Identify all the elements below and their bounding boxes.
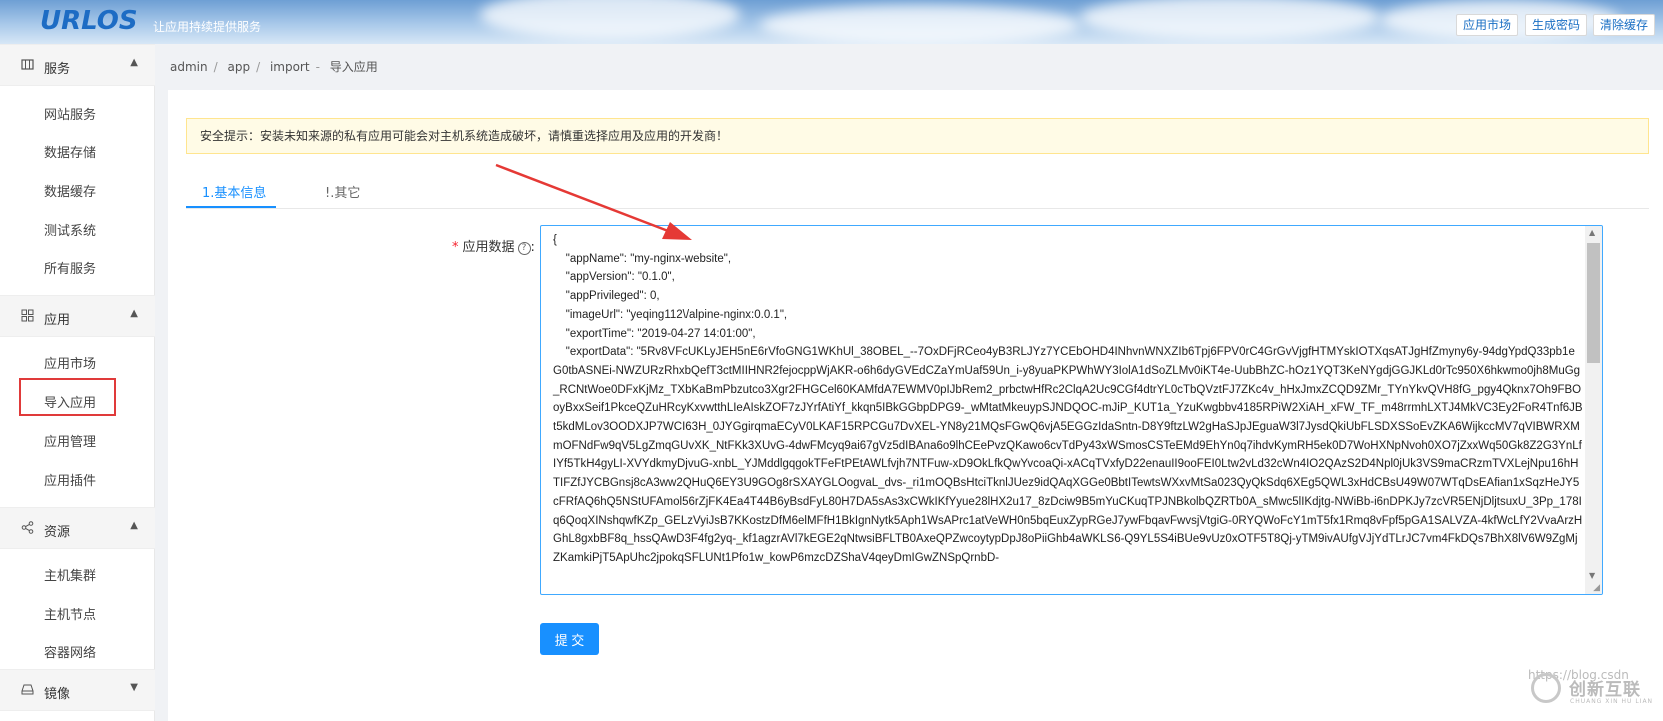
sidebar-group-label: 应用 xyxy=(44,313,71,328)
tab-basic-info[interactable]: 1.基本信息 xyxy=(202,182,266,201)
tab-other[interactable]: !.其它 xyxy=(325,182,360,201)
tab-divider xyxy=(186,208,1649,209)
brand-subtitle: CHUANG XIN HU LIAN xyxy=(1570,698,1654,705)
app-market-button[interactable]: 应用市场 xyxy=(1456,14,1519,36)
sidebar-group-apps[interactable]: 应用 ▲ xyxy=(0,295,155,337)
brand-logo-icon xyxy=(1531,673,1561,703)
top-header: URLOS 让应用持续提供服务 应用市场 生成密码 清除缓存 xyxy=(0,0,1663,44)
sidebar-item-container-network[interactable]: 容器网络 xyxy=(44,642,96,661)
grid-icon xyxy=(21,58,35,72)
cloud-decoration xyxy=(480,0,740,40)
hdd-icon xyxy=(21,683,35,697)
chevron-up-icon: ▲ xyxy=(130,308,138,319)
clear-cache-button[interactable]: 清除缓存 xyxy=(1593,14,1656,36)
help-icon[interactable]: ? xyxy=(517,242,531,255)
sidebar-group-label: 镜像 xyxy=(44,687,71,702)
sidebar-item-data-storage[interactable]: 数据存储 xyxy=(44,142,96,161)
sidebar-group-label: 资源 xyxy=(44,525,71,540)
security-warning: 安全提示：安装未知来源的私有应用可能会对主机系统造成破坏，请慎重选择应用及应用的… xyxy=(186,118,1649,154)
brand-watermark: 创新互联 CHUANG XIN HU LIAN xyxy=(1516,665,1663,721)
scroll-down-icon[interactable]: ▼ xyxy=(1589,571,1595,580)
scroll-up-icon[interactable]: ▲ xyxy=(1589,228,1595,237)
sidebar-item-all-services[interactable]: 所有服务 xyxy=(44,258,96,277)
sidebar-group-label: 服务 xyxy=(44,62,71,77)
sidebar-item-host-cluster[interactable]: 主机集群 xyxy=(44,565,96,584)
app-logo[interactable]: URLOS xyxy=(40,6,138,36)
app-slogan: 让应用持续提供服务 xyxy=(153,20,262,34)
scrollbar[interactable]: ▲ ▼ xyxy=(1585,226,1602,594)
sidebar-group-images[interactable]: 镜像 ▼ xyxy=(0,669,155,711)
chevron-up-icon: ▲ xyxy=(130,520,138,531)
breadcrumb-item[interactable]: app xyxy=(227,60,250,74)
breadcrumb-item[interactable]: import xyxy=(270,60,310,74)
sidebar-item-test-system[interactable]: 测试系统 xyxy=(44,220,96,239)
sidebar-item-app-plugins[interactable]: 应用插件 xyxy=(44,470,96,489)
breadcrumb-current: 导入应用 xyxy=(329,60,378,74)
sidebar-item-host-node[interactable]: 主机节点 xyxy=(44,604,96,623)
scrollbar-thumb[interactable] xyxy=(1587,243,1600,363)
app-data-label: * 应用数据?: xyxy=(452,240,535,255)
sidebar-group-resources[interactable]: 资源 ▲ xyxy=(0,507,155,549)
chevron-up-icon: ▲ xyxy=(130,57,138,68)
resize-handle-icon[interactable]: ◢ xyxy=(1593,583,1600,593)
textarea-content[interactable]: { "appName": "my-nginx-website", "appVer… xyxy=(553,231,1583,568)
highlight-annotation xyxy=(19,378,116,416)
sidebar-item-app-management[interactable]: 应用管理 xyxy=(44,431,96,450)
generate-password-button[interactable]: 生成密码 xyxy=(1525,14,1588,36)
breadcrumb-item[interactable]: admin xyxy=(170,60,208,74)
field-label: 应用数据 xyxy=(462,240,515,255)
sidebar-group-services[interactable]: 服务 ▲ xyxy=(0,44,155,86)
share-icon xyxy=(21,521,35,535)
sidebar-item-website-service[interactable]: 网站服务 xyxy=(44,104,96,123)
apps-icon xyxy=(21,309,35,323)
active-tab-indicator xyxy=(186,206,276,208)
breadcrumb: admin / app / import - 导入应用 xyxy=(170,60,378,74)
submit-button[interactable]: 提 交 xyxy=(540,623,599,655)
cloud-decoration xyxy=(1080,0,1380,40)
brand-name: 创新互联 xyxy=(1569,680,1641,700)
app-data-textarea[interactable]: { "appName": "my-nginx-website", "appVer… xyxy=(540,225,1603,595)
cloud-decoration xyxy=(760,5,1080,44)
sidebar-item-app-market[interactable]: 应用市场 xyxy=(44,353,96,372)
sidebar-item-data-cache[interactable]: 数据缓存 xyxy=(44,181,96,200)
chevron-down-icon: ▼ xyxy=(130,682,138,693)
required-mark: * xyxy=(452,240,459,255)
